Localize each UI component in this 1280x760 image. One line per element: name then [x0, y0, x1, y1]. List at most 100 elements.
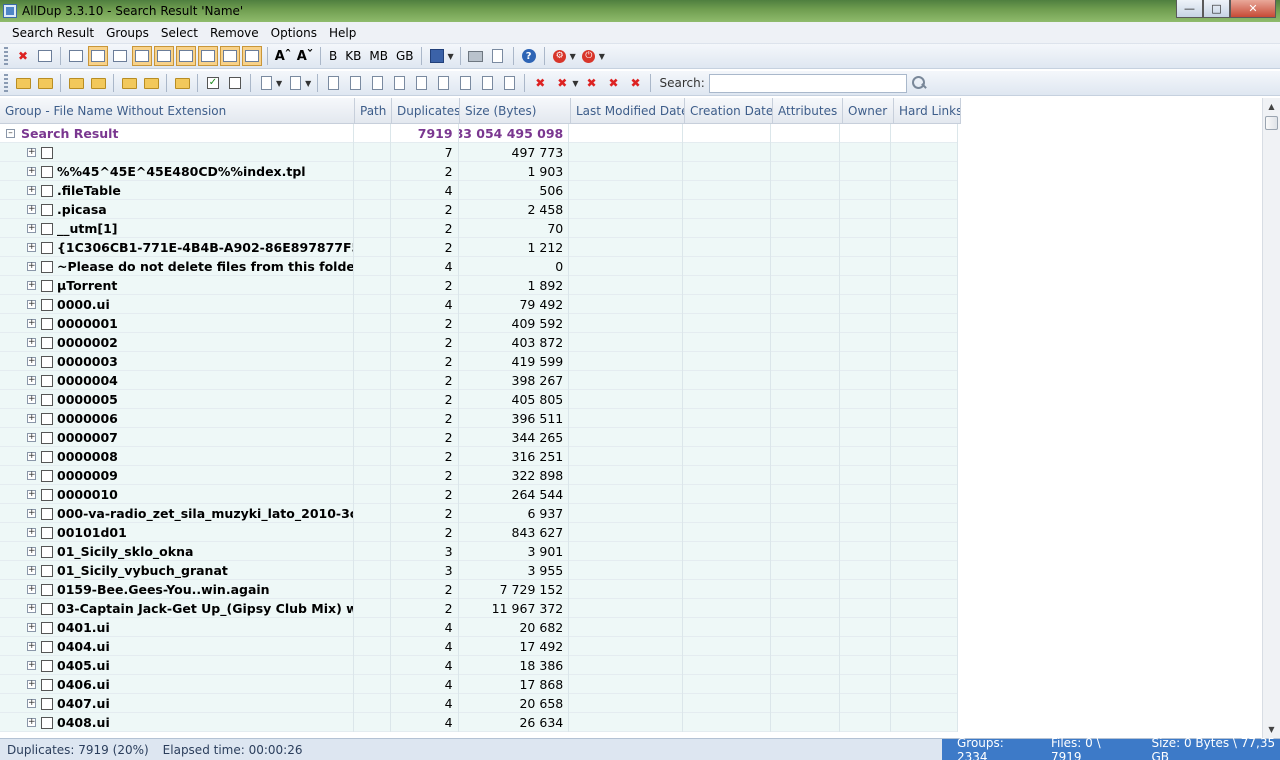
view-button-2[interactable]	[88, 46, 108, 66]
expand-icon[interactable]: +	[27, 642, 36, 651]
scroll-up-icon[interactable]: ▲	[1263, 98, 1280, 115]
table-row[interactable]: +0000010 2 264 544	[0, 485, 959, 504]
row-checkbox[interactable]	[41, 431, 53, 444]
row-checkbox[interactable]	[41, 640, 53, 653]
row-checkbox[interactable]	[41, 621, 53, 634]
table-row[interactable]: +0000001 2 409 592	[0, 314, 959, 333]
view-button-8[interactable]	[220, 46, 240, 66]
expand-icon[interactable]: +	[27, 604, 36, 613]
table-row[interactable]: +0401.ui 4 20 682	[0, 618, 959, 637]
select-shortest-button[interactable]	[433, 73, 453, 93]
minimize-button[interactable]: —	[1176, 0, 1203, 18]
font-increase-button[interactable]: Aˆ	[273, 46, 293, 66]
row-checkbox[interactable]	[41, 583, 53, 596]
table-row[interactable]: +0000006 2 396 511	[0, 409, 959, 428]
row-checkbox[interactable]	[41, 279, 53, 292]
expand-icon[interactable]: +	[27, 490, 36, 499]
move-to-recycle-button[interactable]: ✖	[581, 73, 601, 93]
row-checkbox[interactable]	[41, 374, 53, 387]
expand-icon[interactable]: +	[27, 433, 36, 442]
expand-icon[interactable]: +	[27, 338, 36, 347]
menu-help[interactable]: Help	[323, 26, 362, 40]
row-checkbox[interactable]	[41, 203, 53, 216]
menu-search-result[interactable]: Search Result	[6, 26, 100, 40]
row-checkbox[interactable]	[41, 564, 53, 577]
row-checkbox[interactable]	[41, 336, 53, 349]
scrollbar-thumb[interactable]	[1265, 116, 1278, 130]
row-checkbox[interactable]	[41, 260, 53, 273]
row-checkbox[interactable]	[41, 165, 53, 178]
column-header-hard-links[interactable]: Hard Links	[894, 98, 961, 124]
expand-icon[interactable]: +	[27, 718, 36, 727]
tools-dropdown-icon[interactable]: ▼	[570, 52, 576, 61]
help-button[interactable]: ?	[519, 46, 539, 66]
table-row[interactable]: + .picasa 2 2 458	[0, 200, 959, 219]
row-checkbox[interactable]	[41, 678, 53, 691]
table-row[interactable]: +000-va-radio_zet_sila_muzyki_lato_2010-…	[0, 504, 959, 523]
column-header-creation-date[interactable]: Creation Date	[685, 98, 773, 124]
unit-bytes-button[interactable]: B	[325, 49, 341, 63]
expand-icon[interactable]: +	[27, 148, 36, 157]
app-icon[interactable]	[3, 4, 17, 18]
expand-icon[interactable]: +	[27, 262, 36, 271]
expand-icon[interactable]: +	[27, 699, 36, 708]
expand-icon[interactable]: +	[27, 243, 36, 252]
column-header-attributes[interactable]: Attributes	[773, 98, 843, 124]
select-oldest-button[interactable]	[345, 73, 365, 93]
font-decrease-button[interactable]: Aˇ	[295, 46, 315, 66]
row-checkbox[interactable]	[41, 526, 53, 539]
table-row[interactable]: +0406.ui 4 17 868	[0, 675, 959, 694]
exit-button[interactable]: ⏻	[579, 46, 599, 66]
search-icon[interactable]	[910, 74, 928, 92]
table-row[interactable]: + µTorrent 2 1 892	[0, 276, 959, 295]
view-button-7[interactable]	[198, 46, 218, 66]
row-checkbox[interactable]	[41, 545, 53, 558]
table-row[interactable]: +0405.ui 4 18 386	[0, 656, 959, 675]
column-header-last-modified[interactable]: Last Modified Date	[571, 98, 685, 124]
group-row[interactable]: – Search Result 7919 83 054 495 098	[0, 124, 959, 143]
select-menu-button[interactable]	[256, 73, 276, 93]
row-checkbox[interactable]	[41, 488, 53, 501]
view-button-6[interactable]	[176, 46, 196, 66]
delete-menu-button[interactable]: ✖	[552, 73, 572, 93]
expand-groups-button[interactable]	[119, 73, 139, 93]
table-row[interactable]: +0000003 2 419 599	[0, 352, 959, 371]
row-checkbox[interactable]	[41, 241, 53, 254]
table-row[interactable]: +0000007 2 344 265	[0, 428, 959, 447]
expand-icon[interactable]: +	[27, 414, 36, 423]
expand-icon[interactable]: +	[27, 319, 36, 328]
open-folder-button[interactable]	[13, 73, 33, 93]
expand-icon[interactable]: +	[27, 509, 36, 518]
menu-select[interactable]: Select	[155, 26, 204, 40]
column-header-duplicates[interactable]: Duplicates	[392, 98, 460, 124]
table-row[interactable]: +0000004 2 398 267	[0, 371, 959, 390]
row-checkbox[interactable]	[41, 146, 53, 159]
exit-dropdown-icon[interactable]: ▼	[599, 52, 605, 61]
maximize-button[interactable]: □	[1203, 0, 1230, 18]
table-row[interactable]: +01_Sicily_sklo_okna 3 3 901	[0, 542, 959, 561]
view-button-1[interactable]	[66, 46, 86, 66]
expand-icon[interactable]: +	[27, 566, 36, 575]
column-header-owner[interactable]: Owner	[843, 98, 894, 124]
invert-selection-button[interactable]	[477, 73, 497, 93]
favorite-folder-button[interactable]	[172, 73, 192, 93]
expand-icon[interactable]: +	[27, 528, 36, 537]
copy-folder-button[interactable]	[66, 73, 86, 93]
toolbar-grip[interactable]	[4, 74, 8, 92]
expand-icon[interactable]: +	[27, 376, 36, 385]
row-checkbox[interactable]	[41, 298, 53, 311]
view-button-5[interactable]	[154, 46, 174, 66]
row-checkbox[interactable]	[41, 697, 53, 710]
table-row[interactable]: +00101d01 2 843 627	[0, 523, 959, 542]
select-smallest-button[interactable]	[389, 73, 409, 93]
table-row[interactable]: + {1C306CB1-771E-4B4B-A902-86E897877F5B} 2…	[0, 238, 959, 257]
expand-icon[interactable]: +	[27, 357, 36, 366]
expand-icon[interactable]: +	[27, 186, 36, 195]
table-row[interactable]: + %%45^45E^45E480CD%%index.tpl 2 1 903	[0, 162, 959, 181]
select-path-button[interactable]	[455, 73, 475, 93]
check-all-button[interactable]: ✓	[203, 73, 223, 93]
row-checkbox[interactable]	[41, 507, 53, 520]
row-checkbox[interactable]	[41, 450, 53, 463]
table-row[interactable]: + __utm[1] 2 70	[0, 219, 959, 238]
close-button[interactable]: ✕	[1230, 0, 1276, 18]
